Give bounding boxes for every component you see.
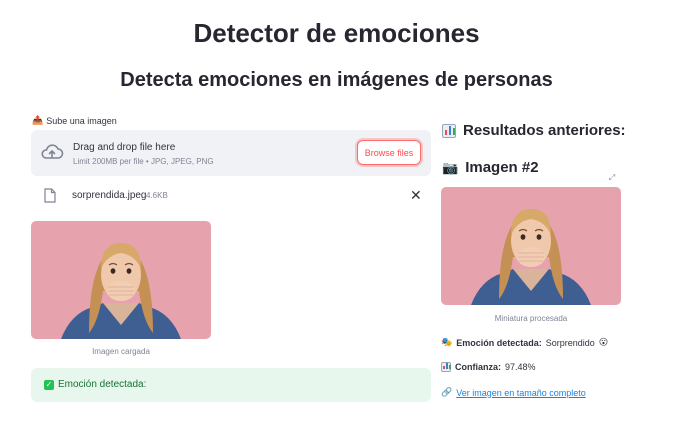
file-size: 4.6KB [146,191,168,200]
browse-files-button[interactable]: Browse files [357,140,421,165]
uploader-label: 📤 Sube una imagen [32,115,117,126]
processed-thumbnail [441,187,621,305]
emotion-label: Emoción detectada: [456,337,542,348]
alert-text: Emoción detectada: [58,379,147,390]
full-image-link-line: 🔗 Ver imagen en tamaño completo [441,387,586,398]
surprised-woman-thumbnail [441,187,621,305]
image-heading: 📷 Imagen #2 [442,159,539,176]
uploaded-image-caption: Imagen cargada [92,347,150,356]
bar-chart-icon [442,123,456,138]
checkmark-icon: ✓ [44,380,54,390]
dropzone-instructions: Drag and drop file here [73,142,176,153]
surprised-woman-photo [31,221,211,339]
fullscreen-expand-icon[interactable]: ⤢ [606,172,618,184]
cloud-upload-icon [41,144,64,159]
uploader-label-text: Sube una imagen [46,115,117,126]
emotion-value: Sorprendido [545,337,595,348]
theater-masks-icon: 🎭 [441,337,453,347]
uploaded-image [31,221,211,339]
camera-icon: 📷 [442,159,459,175]
dropzone-limit: Limit 200MB per file • JPG, JPEG, PNG [73,157,214,166]
surprised-face-icon: 😮 [598,337,609,347]
bar-chart-icon [441,362,451,372]
page-title: Detector de emociones [193,18,480,48]
link-icon: 🔗 [441,387,453,397]
thumbnail-caption: Miniatura procesada [494,314,568,323]
emotion-success-alert: ✓ Emoción detectada: [31,368,431,402]
confidence-label: Confianza: [455,362,501,372]
file-name: sorprendida.jpeg [72,190,147,201]
previous-results-heading: Resultados anteriores: [442,122,626,139]
confidence-value: 97.48% [505,362,536,372]
upload-emoji-icon: 📤 [32,115,44,125]
file-dropzone[interactable]: Drag and drop file here Limit 200MB per … [31,130,431,176]
file-icon [44,188,56,203]
previous-results-title: Resultados anteriores: [463,122,626,139]
detected-emotion-line: 🎭 Emoción detectada: Sorprendido 😮 [441,337,608,348]
full-size-image-link[interactable]: Ver imagen en tamaño completo [456,388,586,398]
confidence-line: Confianza: 97.48% [441,362,536,372]
remove-file-close-icon[interactable]: ✕ [410,187,422,204]
uploaded-file-row: sorprendida.jpeg 4.6KB ✕ [31,184,431,208]
image-title: Imagen #2 [465,159,539,176]
page-subtitle: Detecta emociones en imágenes de persona… [120,69,553,91]
